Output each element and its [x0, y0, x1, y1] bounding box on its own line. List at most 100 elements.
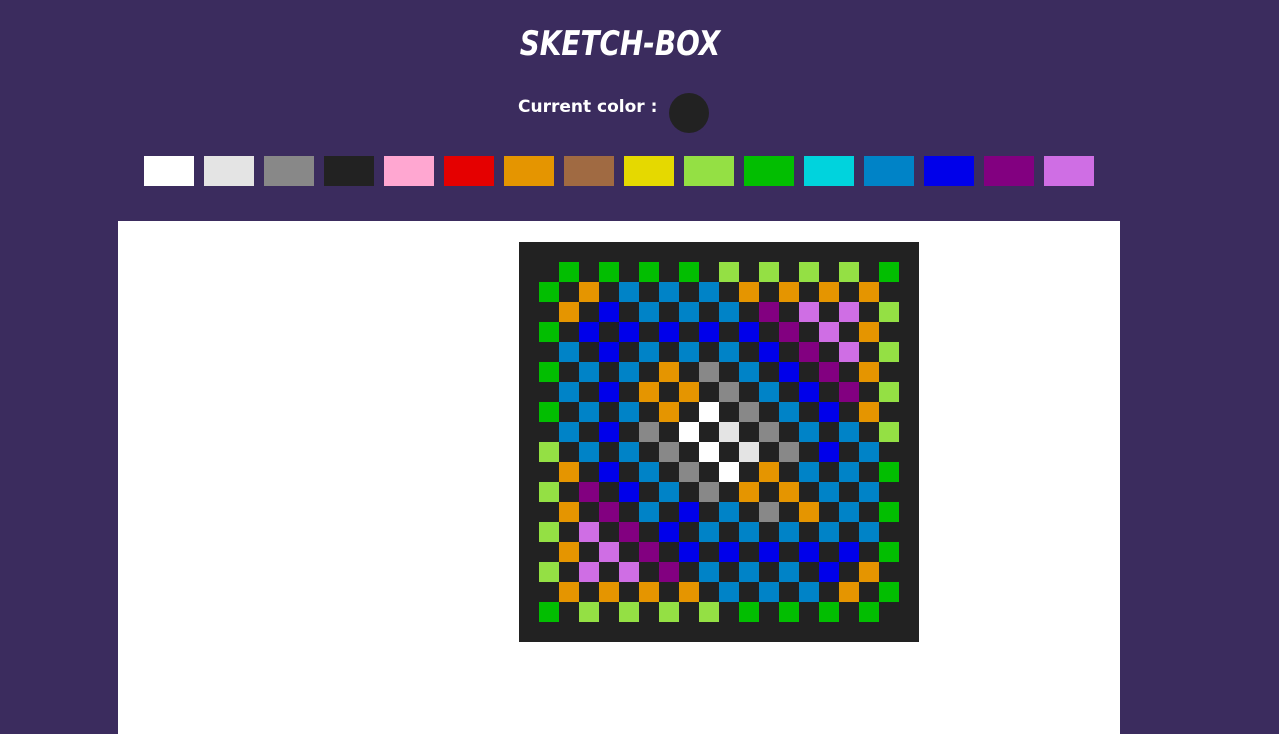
sketch-grid[interactable]: [519, 242, 919, 642]
grid-cell[interactable]: [879, 462, 899, 482]
grid-cell[interactable]: [599, 262, 619, 282]
grid-cell[interactable]: [819, 602, 839, 622]
grid-cell[interactable]: [739, 562, 759, 582]
grid-cell[interactable]: [739, 602, 759, 622]
grid-cell[interactable]: [759, 502, 779, 522]
grid-cell[interactable]: [659, 562, 679, 582]
grid-cell[interactable]: [619, 482, 639, 502]
grid-cell[interactable]: [579, 562, 599, 582]
grid-cell[interactable]: [699, 322, 719, 342]
grid-cell[interactable]: [739, 522, 759, 542]
grid-cell[interactable]: [819, 442, 839, 462]
grid-cell[interactable]: [819, 522, 839, 542]
grid-cell[interactable]: [579, 602, 599, 622]
grid-cell[interactable]: [859, 562, 879, 582]
grid-cell[interactable]: [799, 302, 819, 322]
grid-cell[interactable]: [859, 402, 879, 422]
grid-cell[interactable]: [579, 282, 599, 302]
grid-cell[interactable]: [559, 502, 579, 522]
grid-cell[interactable]: [579, 322, 599, 342]
grid-cell[interactable]: [699, 522, 719, 542]
grid-cell[interactable]: [659, 322, 679, 342]
grid-cell[interactable]: [719, 542, 739, 562]
grid-cell[interactable]: [559, 542, 579, 562]
grid-cell[interactable]: [719, 262, 739, 282]
grid-cell[interactable]: [859, 442, 879, 462]
grid-cell[interactable]: [879, 342, 899, 362]
grid-cell[interactable]: [659, 482, 679, 502]
grid-cell[interactable]: [859, 322, 879, 342]
grid-cell[interactable]: [759, 302, 779, 322]
grid-cell[interactable]: [679, 502, 699, 522]
grid-cell[interactable]: [539, 282, 559, 302]
grid-cell[interactable]: [679, 382, 699, 402]
grid-cell[interactable]: [719, 342, 739, 362]
grid-cell[interactable]: [879, 542, 899, 562]
grid-cell[interactable]: [579, 362, 599, 382]
grid-cell[interactable]: [839, 382, 859, 402]
grid-cell[interactable]: [719, 422, 739, 442]
grid-cell[interactable]: [799, 382, 819, 402]
palette-swatch-black[interactable]: [324, 156, 374, 186]
palette-swatch-violet[interactable]: [1044, 156, 1094, 186]
grid-cell[interactable]: [539, 602, 559, 622]
grid-cell[interactable]: [619, 402, 639, 422]
grid-cell[interactable]: [779, 322, 799, 342]
grid-cell[interactable]: [559, 462, 579, 482]
grid-cell[interactable]: [579, 482, 599, 502]
grid-cell[interactable]: [739, 362, 759, 382]
grid-cell[interactable]: [799, 462, 819, 482]
grid-cell[interactable]: [839, 262, 859, 282]
grid-cell[interactable]: [639, 302, 659, 322]
grid-cell[interactable]: [679, 262, 699, 282]
grid-cell[interactable]: [819, 402, 839, 422]
grid-cell[interactable]: [539, 562, 559, 582]
grid-cell[interactable]: [859, 602, 879, 622]
grid-cell[interactable]: [839, 342, 859, 362]
grid-cell[interactable]: [639, 382, 659, 402]
palette-swatch-light-green[interactable]: [684, 156, 734, 186]
grid-cell[interactable]: [759, 542, 779, 562]
grid-cell[interactable]: [779, 362, 799, 382]
palette-swatch-pink[interactable]: [384, 156, 434, 186]
grid-cell[interactable]: [779, 402, 799, 422]
grid-cell[interactable]: [559, 382, 579, 402]
palette-swatch-orange[interactable]: [504, 156, 554, 186]
grid-cell[interactable]: [539, 402, 559, 422]
palette-swatch-cyan[interactable]: [804, 156, 854, 186]
grid-cell[interactable]: [559, 262, 579, 282]
grid-cell[interactable]: [799, 502, 819, 522]
grid-cell[interactable]: [719, 502, 739, 522]
grid-cell[interactable]: [779, 562, 799, 582]
grid-cell[interactable]: [799, 542, 819, 562]
grid-cell[interactable]: [659, 282, 679, 302]
grid-cell[interactable]: [759, 382, 779, 402]
grid-cell[interactable]: [659, 602, 679, 622]
grid-cell[interactable]: [699, 482, 719, 502]
grid-cell[interactable]: [759, 462, 779, 482]
grid-cell[interactable]: [879, 582, 899, 602]
grid-cell[interactable]: [599, 302, 619, 322]
palette-swatch-yellow[interactable]: [624, 156, 674, 186]
grid-cell[interactable]: [719, 582, 739, 602]
grid-cell[interactable]: [599, 422, 619, 442]
grid-cell[interactable]: [579, 442, 599, 462]
grid-cell[interactable]: [699, 402, 719, 422]
grid-cell[interactable]: [839, 502, 859, 522]
grid-cell[interactable]: [639, 342, 659, 362]
grid-cell[interactable]: [739, 442, 759, 462]
grid-cell[interactable]: [599, 462, 619, 482]
grid-cell[interactable]: [699, 442, 719, 462]
grid-cell[interactable]: [679, 462, 699, 482]
grid-cell[interactable]: [719, 382, 739, 402]
grid-cell[interactable]: [879, 262, 899, 282]
grid-cell[interactable]: [759, 342, 779, 362]
grid-cell[interactable]: [879, 422, 899, 442]
grid-cell[interactable]: [799, 422, 819, 442]
grid-cell[interactable]: [539, 442, 559, 462]
grid-cell[interactable]: [799, 262, 819, 282]
grid-cell[interactable]: [839, 462, 859, 482]
grid-cell[interactable]: [679, 422, 699, 442]
grid-cell[interactable]: [599, 542, 619, 562]
palette-swatch-red[interactable]: [444, 156, 494, 186]
